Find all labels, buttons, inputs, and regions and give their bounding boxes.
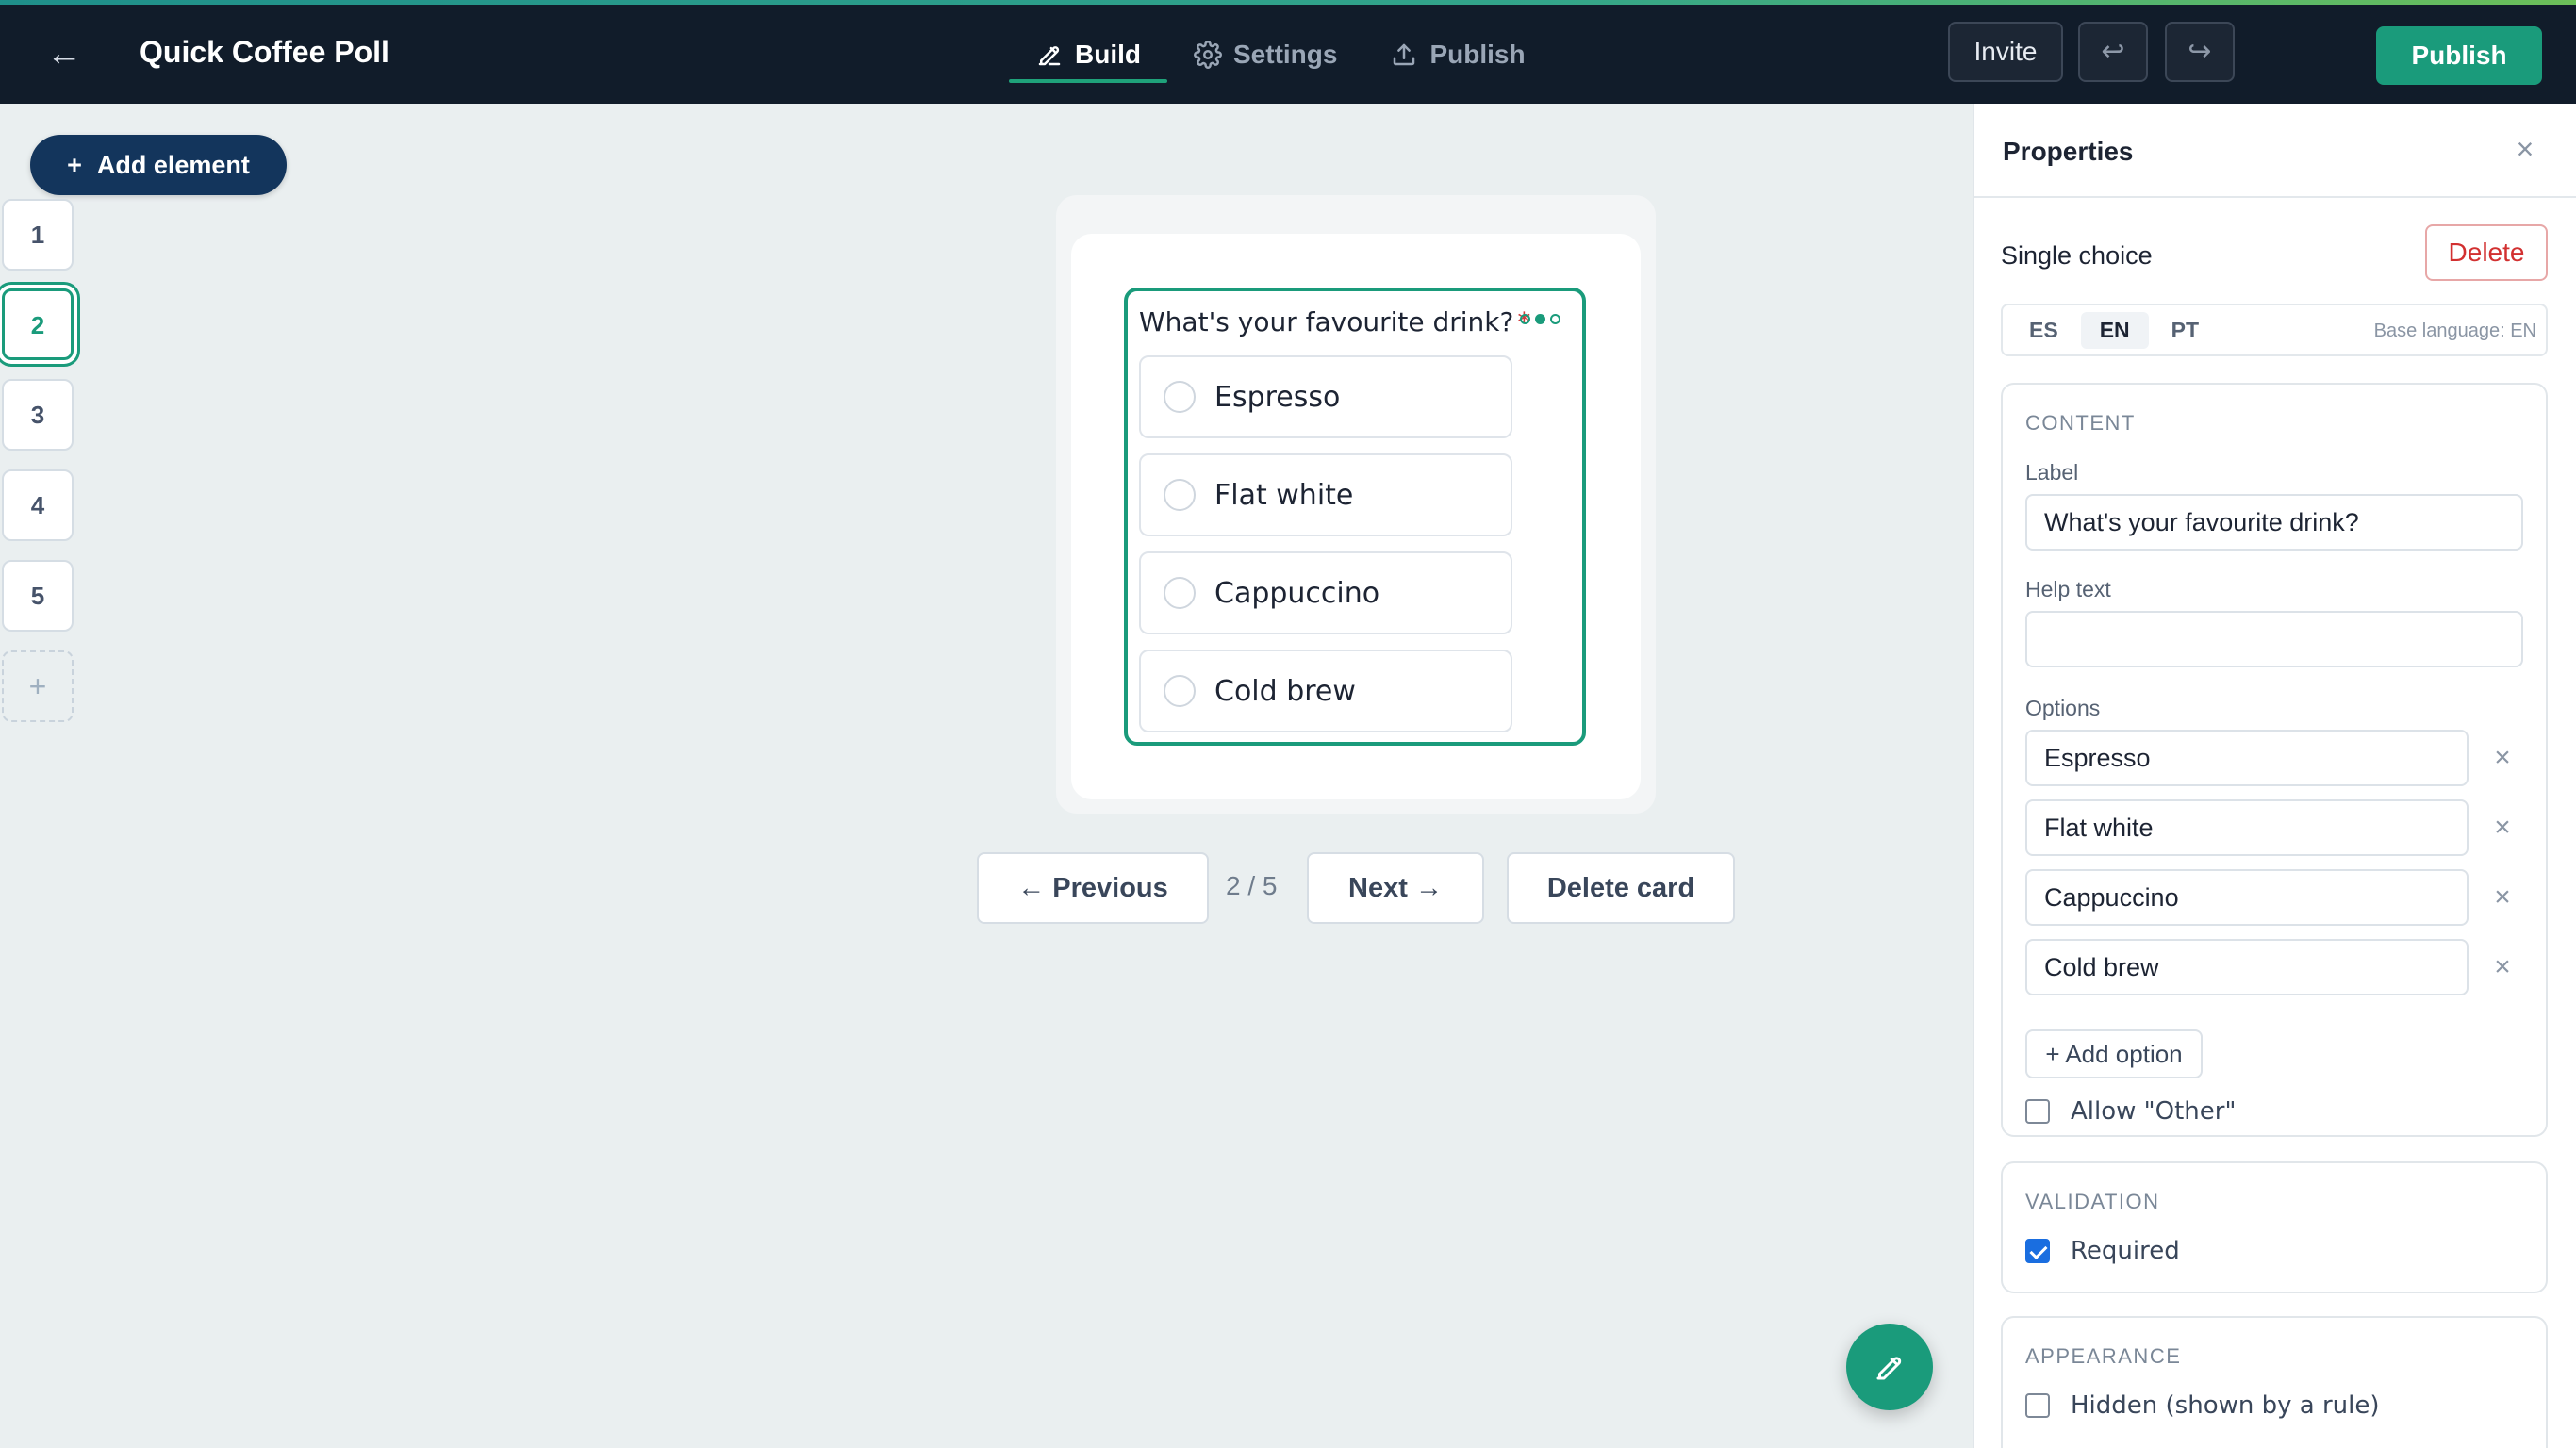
main-tabs: Build Settings Publish <box>1009 5 1552 104</box>
remove-option-icon[interactable]: × <box>2485 811 2519 845</box>
gear-icon <box>1194 40 1222 69</box>
tab-settings-label: Settings <box>1233 39 1338 69</box>
help-text-field-title: Help text <box>2025 577 2111 601</box>
next-button[interactable]: Next → <box>1307 852 1484 924</box>
section-title-appearance: APPEARANCE <box>2025 1344 2182 1368</box>
publish-button[interactable]: Publish <box>2376 26 2542 85</box>
add-option-button[interactable]: + Add option <box>2025 1029 2203 1078</box>
element-type-label: Single choice <box>2001 241 2153 270</box>
remove-option-icon[interactable]: × <box>2485 741 2519 775</box>
edit-fab-button[interactable] <box>1846 1324 1933 1410</box>
add-element-label: Add element <box>96 150 250 179</box>
choice-option[interactable]: Cappuccino <box>1139 551 1512 634</box>
remove-option-icon[interactable]: × <box>2485 950 2519 984</box>
choice-option[interactable]: Flat white <box>1139 453 1512 536</box>
invite-button[interactable]: Invite <box>1948 22 2063 82</box>
tab-settings[interactable]: Settings <box>1167 5 1363 104</box>
allow-other-checkbox[interactable] <box>2025 1099 2050 1124</box>
choice-option-label: Flat white <box>1214 478 1354 512</box>
dot-1 <box>1520 314 1530 324</box>
help-text-input[interactable] <box>2025 611 2523 667</box>
option-input[interactable]: Cappuccino <box>2025 869 2469 926</box>
section-title-content: CONTENT <box>2025 411 2136 435</box>
card-thumbnail-1[interactable]: 1 <box>2 199 74 271</box>
card-thumbnail-3[interactable]: 3 <box>2 379 74 451</box>
top-bar: ← Quick Coffee Poll Build Settings Publi… <box>0 5 2576 104</box>
panel-title: Properties <box>2003 137 2134 166</box>
option-input[interactable]: Flat white <box>2025 799 2469 856</box>
dot-3 <box>1550 314 1560 324</box>
radio-button[interactable] <box>1164 675 1196 707</box>
content-section: CONTENT Label What's your favourite drin… <box>2001 383 2548 1137</box>
previous-button[interactable]: ← Previous <box>977 852 1209 924</box>
allow-other-row: Allow "Other" <box>2025 1097 2236 1126</box>
upload-icon <box>1394 43 1415 65</box>
delete-element-button[interactable]: Delete <box>2425 224 2548 281</box>
card-thumbnail-4[interactable]: 4 <box>2 469 74 541</box>
validation-section: VALIDATION Required <box>2001 1161 2548 1293</box>
language-switcher: ES EN PT Base language: EN <box>2001 304 2548 356</box>
choice-option[interactable]: Espresso <box>1139 355 1512 438</box>
hidden-row: Hidden (shown by a rule) <box>2025 1391 2380 1420</box>
base-language-note: Base language: EN <box>2373 321 2536 341</box>
dot-2 <box>1535 314 1545 324</box>
hidden-label: Hidden (shown by a rule) <box>2071 1391 2380 1420</box>
language-tab-pt[interactable]: PT <box>2153 312 2218 349</box>
language-tab-es[interactable]: ES <box>2010 312 2077 349</box>
choice-option[interactable]: Cold brew <box>1139 650 1512 732</box>
choice-option-label: Cappuccino <box>1214 576 1380 610</box>
radio-button[interactable] <box>1164 479 1196 511</box>
option-input[interactable]: Cold brew <box>2025 939 2469 996</box>
hidden-checkbox[interactable] <box>2025 1393 2050 1418</box>
panel-divider <box>1974 196 2576 198</box>
drag-handle-icon[interactable] <box>1520 314 1560 324</box>
back-arrow-icon[interactable]: ← <box>43 33 85 74</box>
close-icon[interactable]: × <box>2508 132 2542 166</box>
radio-button[interactable] <box>1164 577 1196 609</box>
option-input[interactable]: Espresso <box>2025 730 2469 786</box>
section-title-validation: VALIDATION <box>2025 1190 2160 1213</box>
allow-other-label: Allow "Other" <box>2071 1097 2237 1126</box>
options-field-title: Options <box>2025 696 2101 720</box>
language-tab-en[interactable]: EN <box>2080 311 2149 349</box>
question-label: What's your favourite drink? * <box>1139 306 1530 337</box>
card-thumbnail-2[interactable]: 2 <box>2 288 74 360</box>
page-indicator: 2 / 5 <box>1226 871 1278 900</box>
redo-button[interactable]: ↪ <box>2165 22 2235 82</box>
pencil-icon <box>1876 1357 1902 1380</box>
appearance-section: APPEARANCE Hidden (shown by a rule) <box>2001 1316 2548 1448</box>
remove-option-icon[interactable]: × <box>2485 880 2519 914</box>
delete-card-button[interactable]: Delete card <box>1507 852 1735 924</box>
required-row: Required <box>2025 1237 2180 1265</box>
required-checkbox[interactable] <box>2025 1239 2050 1263</box>
tab-publish-label: Publish <box>1429 39 1526 69</box>
choice-option-label: Espresso <box>1214 380 1341 414</box>
label-input[interactable]: What's your favourite drink? <box>2025 494 2523 551</box>
label-field-title: Label <box>2025 460 2079 485</box>
tab-build-label: Build <box>1075 39 1141 69</box>
tab-build[interactable]: Build <box>1009 5 1167 104</box>
tab-publish[interactable]: Publish <box>1363 5 1551 104</box>
card-thumbnail-5[interactable]: 5 <box>2 560 74 632</box>
add-element-button[interactable]: + Add element <box>30 135 287 195</box>
plus-icon: + <box>67 150 82 179</box>
choice-option-label: Cold brew <box>1214 674 1356 708</box>
radio-button[interactable] <box>1164 381 1196 413</box>
required-label: Required <box>2071 1237 2180 1265</box>
form-title: Quick Coffee Poll <box>140 35 389 69</box>
undo-button[interactable]: ↩ <box>2078 22 2148 82</box>
question-text: What's your favourite drink? <box>1139 306 1514 337</box>
pencil-icon <box>1038 45 1061 65</box>
add-card-button[interactable]: + <box>2 650 74 722</box>
